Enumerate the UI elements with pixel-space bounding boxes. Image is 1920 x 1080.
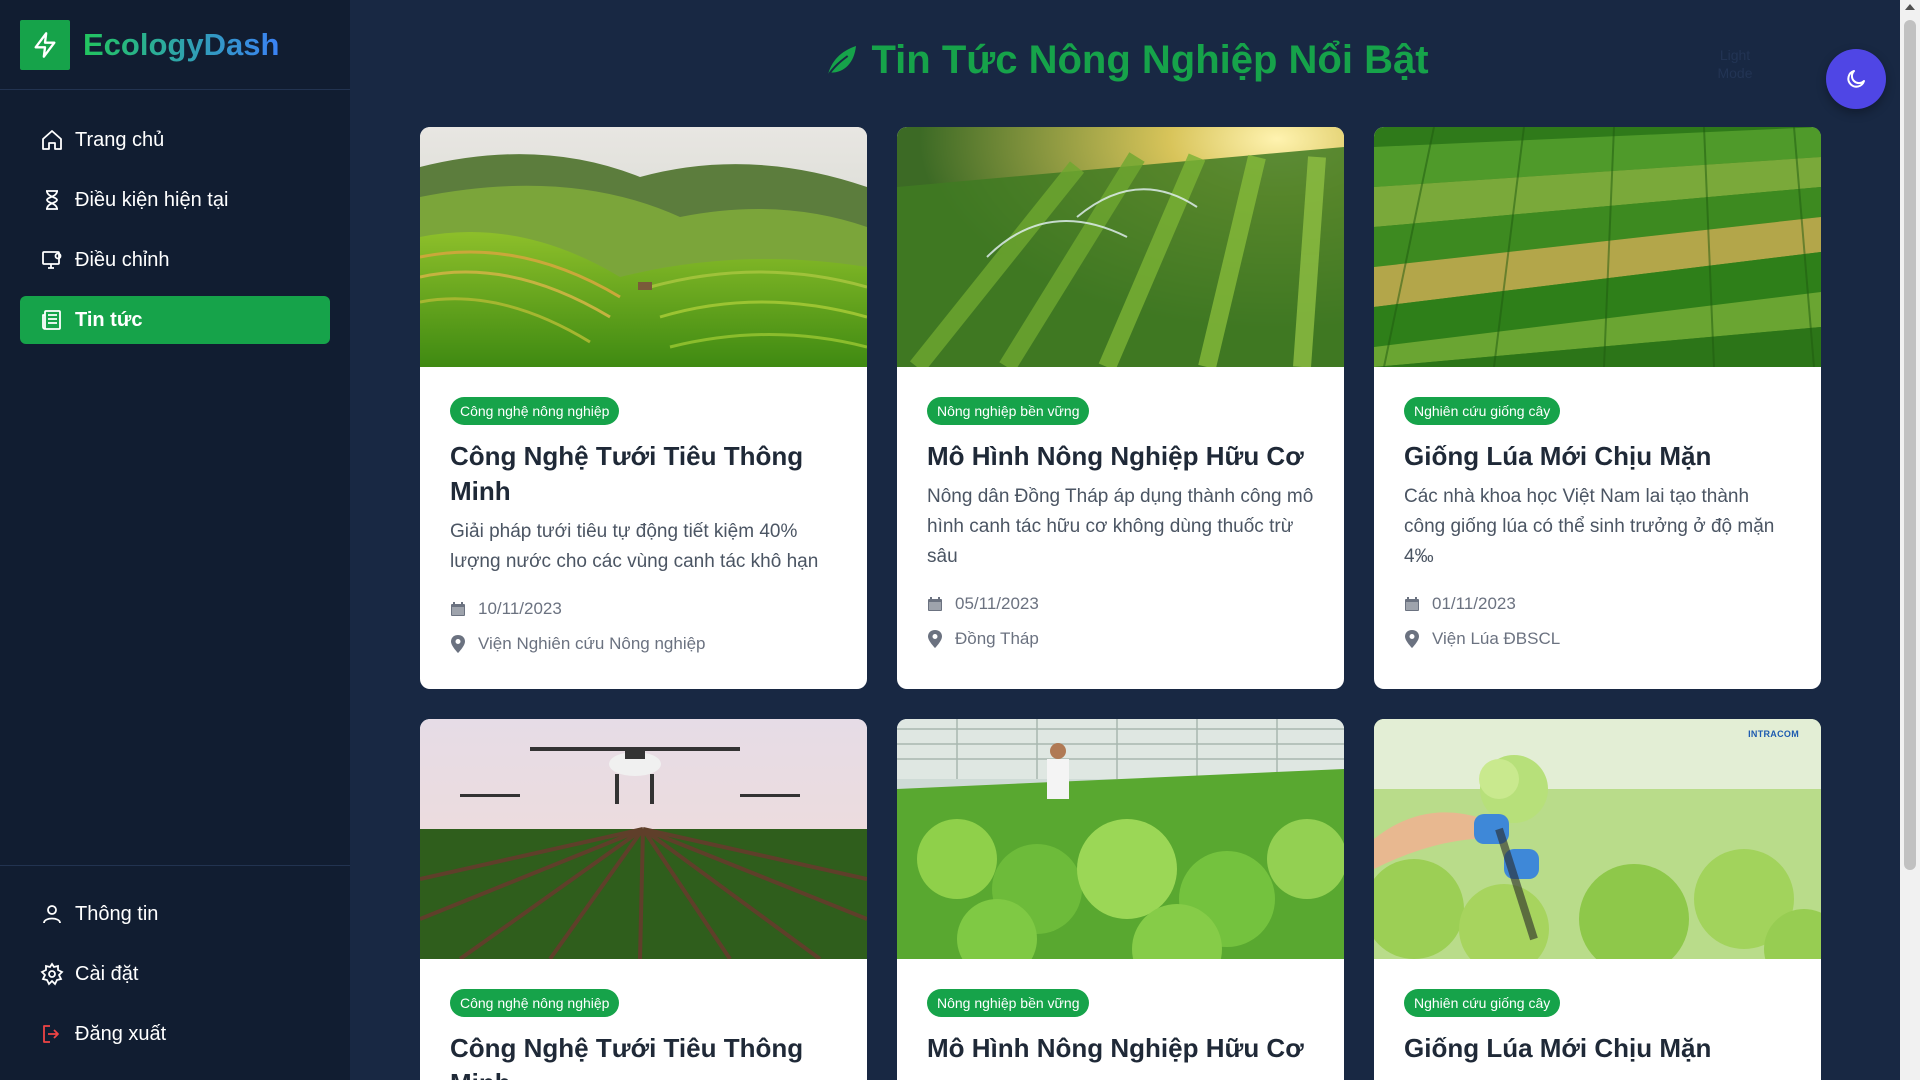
sidebar-item-label: Điều chỉnh (75, 248, 170, 271)
sidebar-item-label: Đăng xuất (75, 1022, 167, 1045)
card-date-row: 10/11/2023 (450, 591, 837, 626)
sidebar-item-home[interactable]: Trang chủ (20, 116, 330, 164)
sidebar-item-logout[interactable]: Đăng xuất (20, 1010, 330, 1058)
news-card[interactable]: Nghiên cứu giống cây Giống Lúa Mới Chịu … (1374, 127, 1821, 689)
card-location-row: Đồng Tháp (927, 621, 1314, 656)
sidebar-item-label: Điều kiện hiện tại (75, 188, 229, 211)
card-date: 01/11/2023 (1432, 593, 1516, 613)
home-icon (40, 128, 64, 152)
card-description: Các nhà khoa học Việt Nam lai tạo thành … (1404, 486, 1775, 567)
card-image-greenhouse (897, 719, 1344, 959)
card-body: Nông nghiệp bền vững Mô Hình Nông Nghiệp… (897, 959, 1344, 1080)
card-date-row: 05/11/2023 (927, 586, 1314, 621)
card-body: Nông nghiệp bền vững Mô Hình Nông Nghiệp… (897, 367, 1344, 676)
sidebar-item-label: Trang chủ (75, 128, 165, 151)
brand-name: EcologyDash (83, 26, 280, 62)
sidebar-item-settings[interactable]: Cài đặt (20, 950, 330, 998)
calendar-icon (451, 601, 465, 616)
scroll-up-arrow[interactable] (1905, 4, 1915, 10)
theme-hint: Light Mode (1717, 47, 1753, 81)
news-card[interactable]: Nông nghiệp bền vững Mô Hình Nông Nghiệp… (897, 719, 1344, 1080)
card-body: Nghiên cứu giống cây Giống Lúa Mới Chịu … (1374, 367, 1821, 676)
main-content: Tin Tức Nông Nghiệp Nổi Bật Light Mode C… (350, 0, 1900, 1080)
card-title[interactable]: Giống Lúa Mới Chịu Mặn (1404, 439, 1791, 474)
card-description: Nông dân Đồng Tháp áp dụng thành công mô… (927, 486, 1314, 567)
sidebar: EcologyDash Trang chủ Điều kiện hiện tại… (0, 0, 350, 1080)
user-icon (40, 902, 64, 926)
hourglass-icon (40, 188, 64, 212)
map-pin-icon (928, 629, 942, 648)
card-location-row: Viện Lúa ĐBSCL (1404, 621, 1791, 656)
category-badge[interactable]: Công nghệ nông nghiệp (450, 397, 620, 425)
card-date-row: 01/11/2023 (1404, 586, 1791, 621)
card-location: Đồng Tháp (955, 628, 1039, 648)
card-body: Nghiên cứu giống cây Giống Lúa Mới Chịu … (1374, 959, 1821, 1080)
card-title[interactable]: Công Nghệ Tưới Tiêu Thông Minh (450, 439, 837, 509)
card-body: Công nghệ nông nghiệp Công Nghệ Tưới Tiê… (420, 959, 867, 1080)
leaf-icon (827, 45, 857, 77)
card-description: Giải pháp tưới tiêu tự động tiết kiệm 40… (450, 521, 819, 572)
sidebar-bottom-nav: Thông tin Cài đặt Đăng xuất (0, 865, 350, 1080)
calendar-icon (928, 596, 942, 611)
card-meta: 10/11/2023 Viện Nghiên cứu Nông nghiệp (450, 591, 837, 661)
news-card[interactable]: Công nghệ nông nghiệp Công Nghệ Tưới Tiê… (420, 127, 867, 689)
card-image-rice-terraces (420, 127, 867, 367)
sidebar-item-adjust[interactable]: Điều chỉnh (20, 236, 330, 284)
sidebar-item-label: Cài đặt (75, 962, 139, 985)
lightning-icon (20, 19, 70, 70)
sidebar-nav: Trang chủ Điều kiện hiện tại Điều chỉnh … (0, 90, 350, 865)
category-badge[interactable]: Nghiên cứu giống cây (1404, 397, 1561, 425)
news-card[interactable]: Công nghệ nông nghiệp Công Nghệ Tưới Tiê… (420, 719, 867, 1080)
card-image-drones (420, 719, 867, 959)
card-image-irrigation (897, 127, 1344, 367)
card-title[interactable]: Giống Lúa Mới Chịu Mặn (1404, 1031, 1791, 1066)
moon-icon (1847, 70, 1865, 88)
page-title-text: Tin Tức Nông Nghiệp Nổi Bật (871, 38, 1429, 82)
image-watermark: INTRACOM (1748, 729, 1799, 739)
category-badge[interactable]: Nghiên cứu giống cây (1404, 989, 1561, 1017)
card-date: 10/11/2023 (478, 598, 562, 618)
map-pin-icon (451, 634, 465, 653)
map-pin-icon (1405, 629, 1419, 648)
card-location-row: Viện Nghiên cứu Nông nghiệp (450, 626, 837, 661)
category-badge[interactable]: Công nghệ nông nghiệp (450, 989, 620, 1017)
card-title[interactable]: Mô Hình Nông Nghiệp Hữu Cơ (927, 1031, 1314, 1066)
card-body: Công nghệ nông nghiệp Công Nghệ Tưới Tiê… (420, 367, 867, 681)
sidebar-item-news[interactable]: Tin tức (20, 296, 330, 344)
card-location: Viện Nghiên cứu Nông nghiệp (478, 633, 706, 653)
theme-toggle-button[interactable] (1826, 49, 1886, 109)
news-card[interactable]: INTRACOM Nghiên cứu giống cây Giống Lúa … (1374, 719, 1821, 1080)
sidebar-item-label: Thông tin (75, 902, 159, 925)
sidebar-item-profile[interactable]: Thông tin (20, 890, 330, 938)
sidebar-item-conditions[interactable]: Điều kiện hiện tại (20, 176, 330, 224)
news-card[interactable]: Nông nghiệp bền vững Mô Hình Nông Nghiệp… (897, 127, 1344, 689)
newspaper-icon (40, 308, 64, 332)
gear-icon (40, 962, 64, 986)
logout-icon (40, 1022, 64, 1046)
brand[interactable]: EcologyDash (0, 0, 350, 90)
category-badge[interactable]: Nông nghiệp bền vững (927, 989, 1090, 1017)
page-title: Tin Tức Nông Nghiệp Nổi Bật (350, 38, 1900, 83)
card-meta: 05/11/2023 Đồng Tháp (927, 586, 1314, 656)
card-meta: 01/11/2023 Viện Lúa ĐBSCL (1404, 586, 1791, 656)
card-image-hydroponics: INTRACOM (1374, 719, 1821, 959)
card-location: Viện Lúa ĐBSCL (1432, 628, 1561, 648)
card-title[interactable]: Công Nghệ Tưới Tiêu Thông Minh (450, 1031, 837, 1080)
monitor-settings-icon (40, 248, 64, 272)
card-image-rice-fields (1374, 127, 1821, 367)
scrollbar-thumb[interactable] (1904, 20, 1916, 870)
sidebar-item-label: Tin tức (75, 308, 143, 331)
category-badge[interactable]: Nông nghiệp bền vững (927, 397, 1090, 425)
calendar-icon (1405, 596, 1419, 611)
card-title[interactable]: Mô Hình Nông Nghiệp Hữu Cơ (927, 439, 1314, 474)
card-date: 05/11/2023 (955, 593, 1039, 613)
